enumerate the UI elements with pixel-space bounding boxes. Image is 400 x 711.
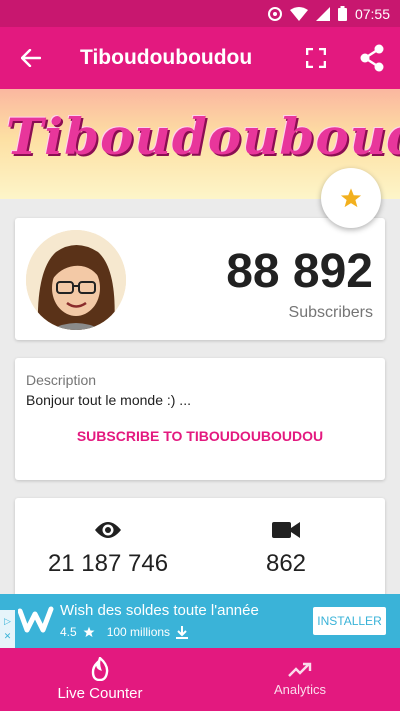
description-card: Description Bonjour tout le monde :) ...… [15, 358, 385, 480]
ad-title: Wish des soldes toute l'année [60, 602, 259, 619]
description-text: Bonjour tout le monde :) ... [26, 392, 191, 408]
nav-live-counter[interactable]: Live Counter [0, 648, 200, 711]
signal-icon [315, 6, 330, 21]
ad-banner[interactable]: ▷ ✕ Wish des soldes toute l'année 4.5 10… [0, 594, 400, 648]
info-icon: ▷ [4, 616, 11, 626]
app-bar: Tiboudouboudou [0, 27, 400, 89]
wifi-icon [289, 6, 308, 21]
page-title: Tiboudouboudou [80, 46, 253, 69]
profile-card: 88 892 Subscribers [15, 218, 385, 340]
star-icon [83, 626, 95, 637]
nav-live-counter-label: Live Counter [57, 685, 143, 702]
avatar [26, 230, 126, 330]
subscriber-count: 88 892 [226, 245, 373, 298]
share-icon [360, 44, 384, 72]
share-button[interactable] [344, 27, 400, 89]
trending-up-icon [288, 662, 312, 677]
description-label: Description [26, 372, 97, 388]
subscribe-button[interactable]: SUBSCRIBE TO TIBOUDOUBOUDOU [15, 428, 385, 444]
download-icon [176, 625, 189, 639]
battery-icon [337, 6, 347, 21]
favorite-button[interactable] [321, 168, 381, 228]
subscriber-label: Subscribers [288, 304, 373, 321]
ad-choices-badge[interactable]: ▷ ✕ [0, 610, 15, 648]
banner-text: Tiboudouboudou [6, 107, 400, 166]
video-camera-icon [272, 522, 300, 538]
videos-count: 862 [265, 550, 307, 577]
fullscreen-button[interactable] [288, 27, 344, 89]
back-button[interactable] [0, 27, 62, 89]
ad-meta: 4.5 100 millions [60, 625, 189, 639]
status-time: 07:55 [354, 5, 390, 22]
install-button[interactable]: INSTALLER [313, 607, 386, 635]
status-bar: 07:55 [0, 0, 400, 27]
stats-card: 21 187 746 862 [15, 498, 385, 608]
flame-icon [91, 657, 109, 681]
videos-stat: 862 [196, 516, 376, 578]
fullscreen-icon [306, 48, 326, 68]
arrow-left-icon [21, 49, 41, 67]
star-icon [340, 188, 362, 208]
ad-rating: 4.5 [60, 625, 77, 639]
nav-analytics-label: Analytics [273, 682, 327, 697]
views-count: 21 187 746 [47, 550, 169, 577]
wish-logo [18, 602, 54, 638]
nav-analytics[interactable]: Analytics [200, 648, 400, 711]
bottom-navigation: Live Counter Analytics [0, 648, 400, 711]
data-saver-icon [267, 6, 282, 21]
close-ad-icon: ✕ [3, 631, 12, 641]
eye-icon [95, 522, 121, 538]
ad-downloads: 100 millions [106, 625, 171, 639]
views-stat: 21 187 746 [18, 516, 198, 578]
